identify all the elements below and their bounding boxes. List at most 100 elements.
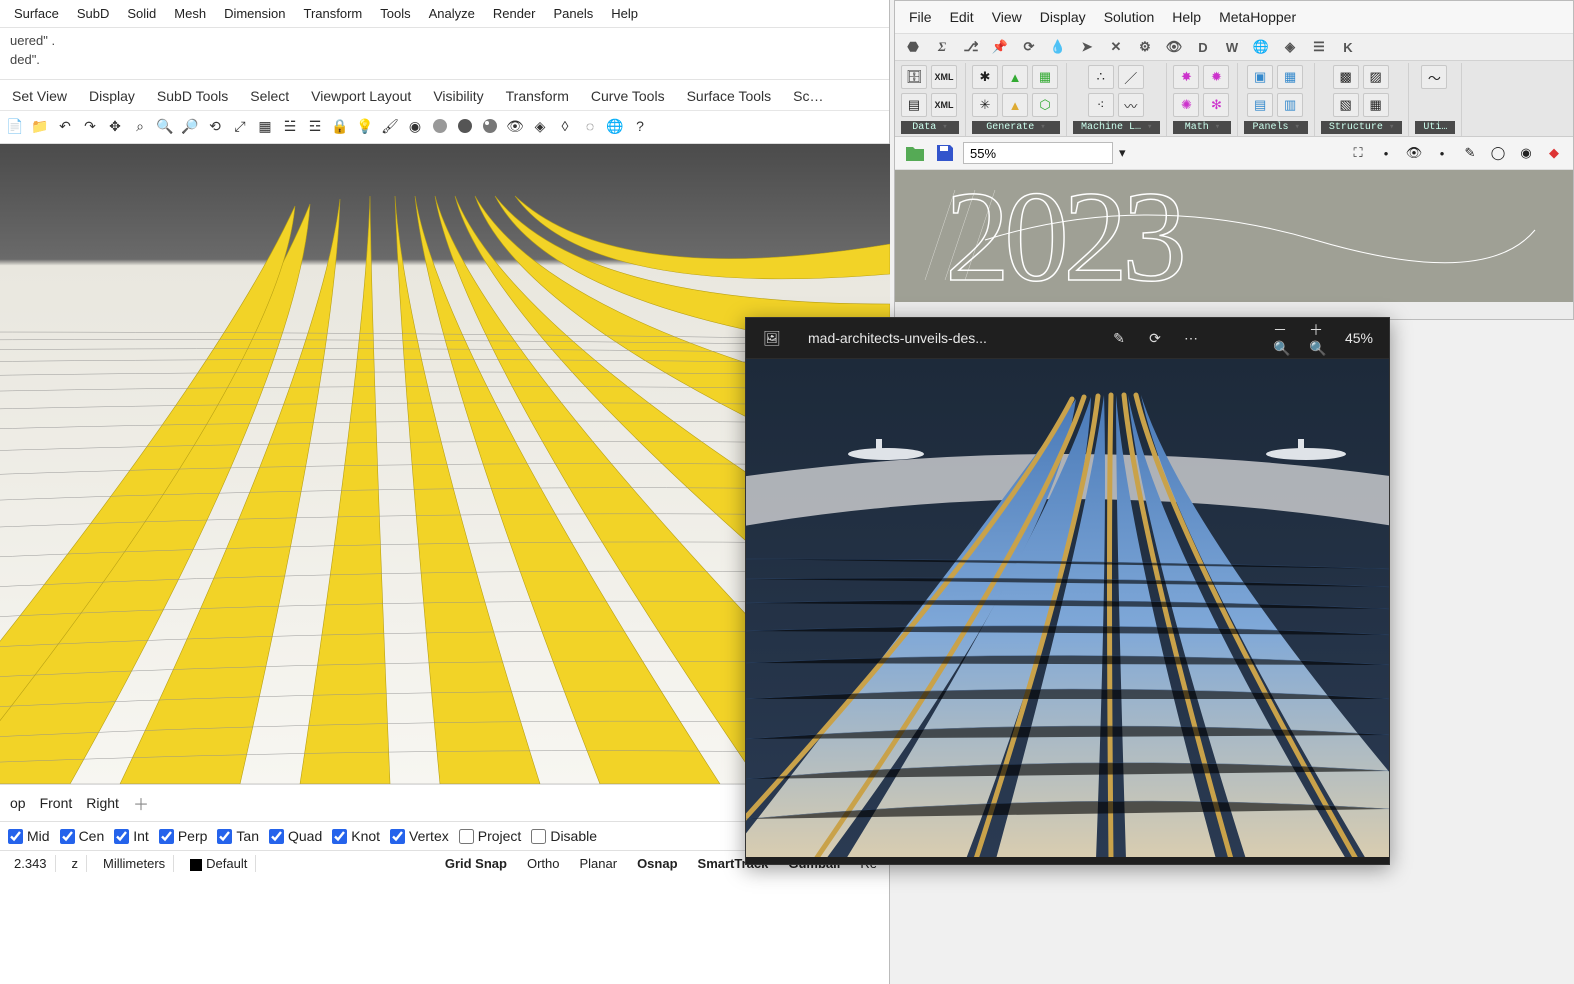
cat-cross-icon[interactable]: ✕ [1108,39,1124,55]
osnap-mid[interactable]: Mid [8,828,50,844]
osnap-disable[interactable]: Disable [531,828,597,844]
lock-icon[interactable]: 🔒 [329,115,351,137]
gh-menu-view[interactable]: View [992,9,1022,25]
status-gridsnap[interactable]: Grid Snap [439,855,513,872]
sphere-shiny-icon[interactable] [479,115,501,137]
layers-icon[interactable]: ☱ [279,115,301,137]
vp-tab-right[interactable]: Right [86,795,119,811]
menu-dimension[interactable]: Dimension [224,6,285,21]
status-ortho[interactable]: Ortho [521,855,566,872]
help-icon[interactable]: ? [629,115,651,137]
math-star1-icon[interactable]: ✸ [1173,65,1199,89]
osnap-perp[interactable]: Perp [159,828,208,844]
gh-menu-metahopper[interactable]: MetaHopper [1219,9,1296,25]
gh-zoom-input[interactable] [963,142,1113,164]
zoom-window-icon[interactable]: 🔍 [154,115,176,137]
ml-line-icon[interactable]: ／ [1118,65,1144,89]
gh-menu-edit[interactable]: Edit [950,9,974,25]
osnap-cen[interactable]: Cen [60,828,105,844]
photos-zoom-in-icon[interactable]: ＋🔍 [1309,328,1329,348]
pan-rct2-icon[interactable]: ▤ [1247,93,1273,117]
osnap-quad[interactable]: Quad [269,828,322,844]
undo-icon[interactable]: ↶ [54,115,76,137]
zoom-prev-icon[interactable]: ⟲ [204,115,226,137]
menu-surface[interactable]: Surface [14,6,59,21]
render-icon[interactable]: 🌐 [604,115,626,137]
cat-d-icon[interactable]: D [1195,39,1211,55]
gh-menu-help[interactable]: Help [1172,9,1201,25]
photos-rotate-icon[interactable]: ⟳ [1145,328,1165,348]
gen-sq-icon[interactable]: ▦ [1032,65,1058,89]
new-icon[interactable]: 📄 [4,115,26,137]
pan-grd-icon[interactable]: ▦ [1277,65,1303,89]
cat-diamond-icon[interactable]: ◈ [1282,39,1298,55]
zoom-sel-icon[interactable]: 🔎 [179,115,201,137]
cat-cursor-icon[interactable]: ➤ [1079,39,1095,55]
data-xml2-icon[interactable]: XML [931,93,957,117]
gh-open-icon[interactable] [903,141,927,165]
photos-image-view[interactable] [746,359,1389,857]
tab-viewport-layout[interactable]: Viewport Layout [311,88,411,104]
gh-menu-file[interactable]: File [909,9,932,25]
ml-wave-icon[interactable]: 〰 [1118,93,1144,117]
cat-k-icon[interactable]: K [1340,39,1356,55]
tab-select[interactable]: Select [250,88,289,104]
gen-tri2-icon[interactable]: ▲ [1002,93,1028,117]
str-mesh3-icon[interactable]: ▧ [1333,93,1359,117]
menu-transform[interactable]: Transform [303,6,362,21]
show-sel-icon[interactable]: ◈ [529,115,551,137]
show-all-icon[interactable]: ◊ [554,115,576,137]
tab-surface-tools[interactable]: Surface Tools [687,88,772,104]
photos-zoom-out-icon[interactable]: －🔍 [1273,328,1293,348]
gh-eye-icon[interactable]: 👁 [1403,142,1425,164]
menu-subd[interactable]: SubD [77,6,110,21]
layers-popup-icon[interactable]: ☲ [304,115,326,137]
tab-visibility[interactable]: Visibility [433,88,483,104]
color-wheel-icon[interactable]: ◉ [404,115,426,137]
tab-display[interactable]: Display [89,88,135,104]
cat-bars-icon[interactable]: ☰ [1311,39,1327,55]
vp-tab-add-icon[interactable]: ＋ [133,791,149,815]
tab-transform[interactable]: Transform [506,88,569,104]
gh-cube-red-icon[interactable]: ◆ [1543,142,1565,164]
menu-mesh[interactable]: Mesh [174,6,206,21]
gh-canvas[interactable]: 2023 [895,170,1573,302]
cat-globe-icon[interactable]: 🌐 [1253,39,1269,55]
util-curve-icon[interactable]: 〜 [1421,65,1447,89]
sphere-gray-icon[interactable] [429,115,451,137]
gh-sphere2-icon[interactable]: ◉ [1515,142,1537,164]
hide-icon[interactable]: 👁 [504,115,526,137]
menu-analyze[interactable]: Analyze [429,6,475,21]
paint-icon[interactable]: 🖌 [379,115,401,137]
pan-grd2-icon[interactable]: ▥ [1277,93,1303,117]
cat-sigma-icon[interactable]: Σ [934,39,950,55]
cat-pin-icon[interactable]: 📌 [992,39,1008,55]
data-db-icon[interactable]: 🗄 [901,65,927,89]
open-icon[interactable]: 📁 [29,115,51,137]
data-grid-icon[interactable]: ▤ [901,93,927,117]
tab-curve-tools[interactable]: Curve Tools [591,88,665,104]
menu-panels[interactable]: Panels [553,6,593,21]
cat-gear-icon[interactable]: ⚙ [1137,39,1153,55]
cat-eye-icon[interactable]: 👁 [1166,39,1182,55]
status-layer[interactable]: Default [182,855,256,872]
cat-hex-icon[interactable]: ⬣ [905,39,921,55]
gh-dot-icon[interactable]: • [1375,142,1397,164]
math-star2-icon[interactable]: ✹ [1203,65,1229,89]
tab-more[interactable]: Sc… [793,88,823,104]
cat-drop-icon[interactable]: 💧 [1050,39,1066,55]
ml-scatter-icon[interactable]: ∴ [1088,65,1114,89]
gen-hex-icon[interactable]: ⬡ [1032,93,1058,117]
gh-save-icon[interactable] [933,141,957,165]
gh-menu-display[interactable]: Display [1040,9,1086,25]
gh-dot2-icon[interactable]: • [1431,142,1453,164]
math-star3-icon[interactable]: ✺ [1173,93,1199,117]
math-star4-icon[interactable]: ✻ [1203,93,1229,117]
ghost-icon[interactable]: ◌ [579,115,601,137]
sphere-dark-icon[interactable] [454,115,476,137]
menu-solid[interactable]: Solid [127,6,156,21]
pan-rct-icon[interactable]: ▣ [1247,65,1273,89]
ml-scatter2-icon[interactable]: ⁖ [1088,93,1114,117]
photos-more-icon[interactable]: ⋯ [1181,328,1201,348]
osnap-knot[interactable]: Knot [332,828,380,844]
